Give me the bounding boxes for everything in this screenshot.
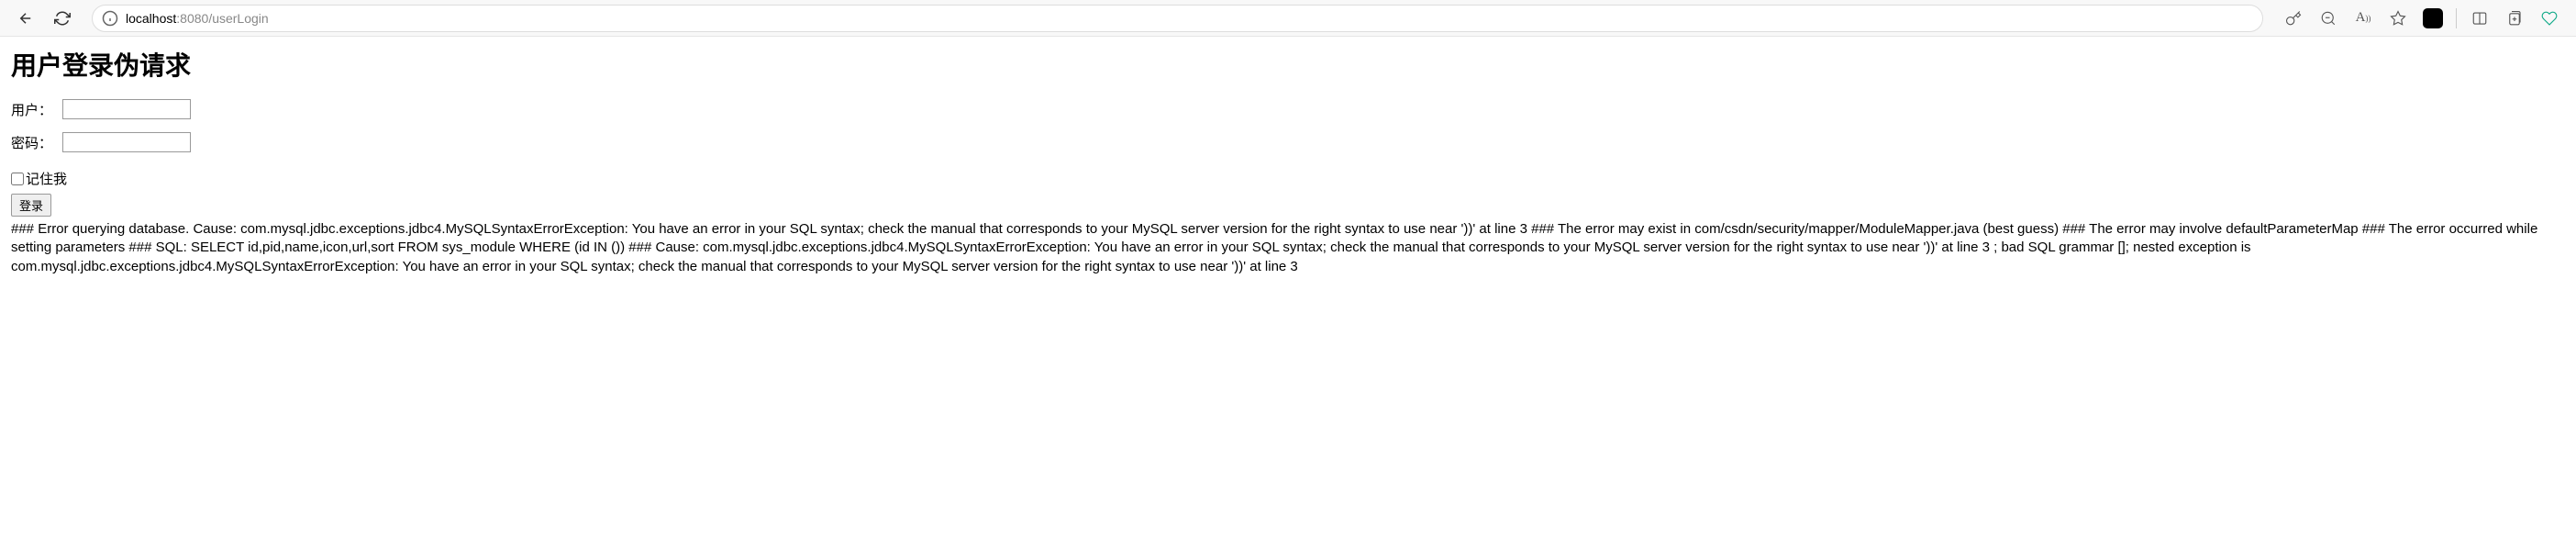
zoom-out-icon[interactable]	[2313, 4, 2344, 33]
toolbar-divider	[2456, 8, 2457, 28]
password-input[interactable]	[62, 132, 191, 152]
split-screen-icon[interactable]	[2464, 4, 2495, 33]
remember-checkbox[interactable]	[11, 173, 24, 185]
password-row: 密码：	[11, 132, 2565, 152]
login-button[interactable]: 登录	[11, 194, 51, 217]
key-icon[interactable]	[2278, 4, 2309, 33]
extension-icon[interactable]	[2417, 4, 2448, 33]
page-title: 用户登录伪请求	[11, 46, 2565, 83]
back-button[interactable]	[11, 4, 40, 33]
site-info-icon[interactable]	[102, 10, 118, 27]
url-path: /userLogin	[208, 11, 268, 26]
remember-row: 记住我	[11, 169, 2565, 188]
read-aloud-icon[interactable]: A))	[2348, 4, 2379, 33]
url-text: localhost:8080/userLogin	[126, 11, 2253, 26]
favorite-icon[interactable]	[2382, 4, 2414, 33]
password-label: 密码：	[11, 133, 62, 152]
toolbar-right-icons: A))	[2278, 4, 2565, 33]
address-bar[interactable]: localhost:8080/userLogin	[92, 5, 2263, 32]
browser-essentials-icon[interactable]	[2534, 4, 2565, 33]
error-message: ### Error querying database. Cause: com.…	[11, 220, 2565, 276]
username-row: 用户：	[11, 99, 2565, 119]
page-content: 用户登录伪请求 用户： 密码： 记住我 登录 ### Error queryin…	[0, 37, 2576, 285]
refresh-button[interactable]	[48, 4, 77, 33]
remember-label: 记住我	[26, 169, 67, 188]
username-input[interactable]	[62, 99, 191, 119]
url-host: localhost	[126, 11, 176, 26]
username-label: 用户：	[11, 100, 62, 119]
browser-toolbar: localhost:8080/userLogin A))	[0, 0, 2576, 37]
collections-icon[interactable]	[2499, 4, 2530, 33]
url-port: :8080	[176, 11, 208, 26]
